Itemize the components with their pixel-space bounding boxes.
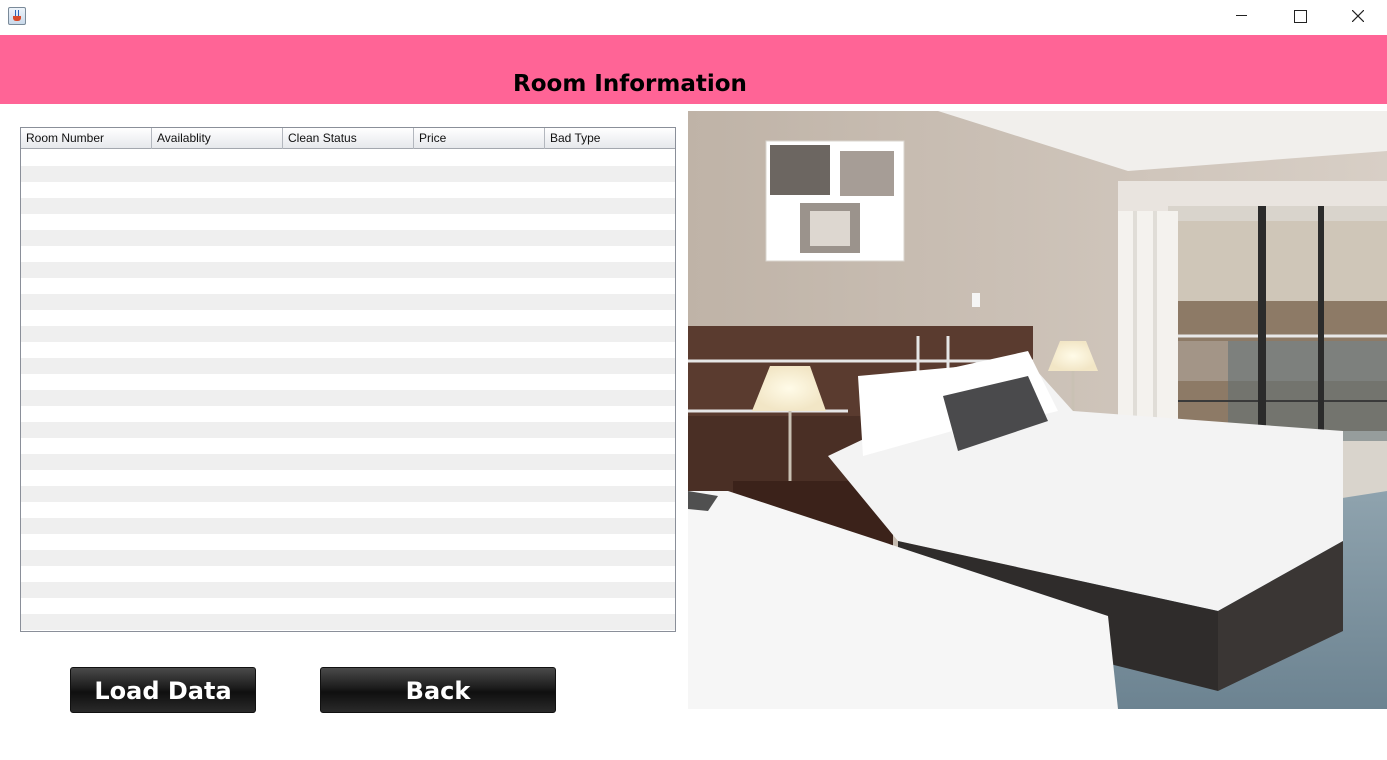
page-title: Room Information [513,71,747,97]
minimize-icon[interactable] [1213,0,1271,33]
column-header-availability[interactable]: Availablity [152,128,283,149]
room-photo [688,111,1387,709]
column-header-bed-type[interactable]: Bad Type [545,128,675,149]
maximize-icon[interactable] [1271,0,1329,33]
room-table[interactable]: Room Number Availablity Clean Status Pri… [20,127,676,632]
back-button[interactable]: Back [320,667,556,713]
load-data-button[interactable]: Load Data [70,667,256,713]
table-header: Room Number Availablity Clean Status Pri… [21,128,675,149]
java-cup-icon [8,7,26,25]
column-header-room-number[interactable]: Room Number [21,128,152,149]
window-titlebar [0,0,1387,33]
close-icon[interactable] [1329,0,1387,33]
column-header-price[interactable]: Price [414,128,545,149]
header-banner: Room Information [0,35,1387,104]
table-body[interactable] [21,150,675,631]
column-header-clean-status[interactable]: Clean Status [283,128,414,149]
